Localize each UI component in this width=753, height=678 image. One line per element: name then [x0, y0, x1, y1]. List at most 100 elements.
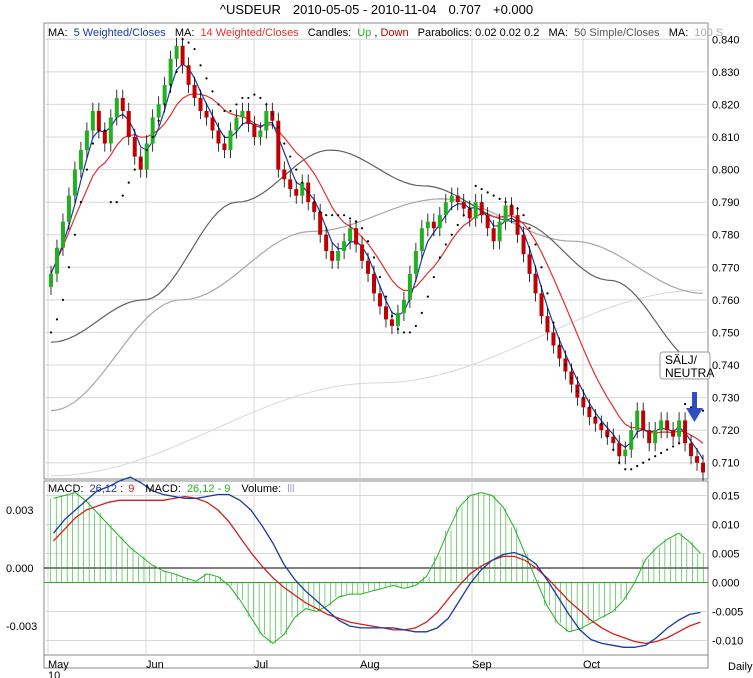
- parabolic-sar-dot: [606, 435, 609, 438]
- legend-parabolics: Parabolics: 0.02 0.02 0.2: [418, 27, 540, 39]
- candle-down: [671, 430, 676, 437]
- parabolic-sar-dot: [390, 315, 394, 318]
- candle-up: [413, 251, 418, 274]
- parabolic-sar-dot: [211, 90, 214, 93]
- macd-left-tick: -0.003: [6, 621, 37, 633]
- parabolic-sar-dot: [127, 181, 130, 184]
- candle-down: [581, 397, 586, 408]
- parabolic-sar-dot: [91, 142, 94, 145]
- parabolic-sar-dot: [456, 223, 459, 227]
- parabolic-sar-dot: [217, 103, 220, 106]
- candle-down: [683, 420, 688, 444]
- parabolic-sar-dot: [253, 93, 256, 96]
- parabolic-sar-dot: [462, 214, 465, 217]
- candle-up: [48, 273, 53, 287]
- candle-down: [216, 130, 221, 144]
- macd-right-tick: -0.005: [712, 607, 743, 619]
- parabolic-sar-dot: [366, 240, 370, 243]
- candle-up: [497, 221, 502, 242]
- parabolic-sar-dot: [528, 227, 531, 230]
- month-label: Jun: [146, 659, 164, 671]
- parabolic-sar-dot: [552, 321, 555, 324]
- parabolic-sar-dot: [247, 96, 250, 100]
- candle-up: [240, 110, 245, 118]
- candle-down: [192, 84, 197, 98]
- parabolic-sar-dot: [660, 451, 663, 455]
- month-label: Aug: [360, 659, 380, 671]
- candle-down: [647, 430, 652, 444]
- parabolic-sar-dot: [546, 292, 549, 295]
- candle-up: [168, 58, 173, 85]
- parabolic-sar-dot: [331, 214, 334, 217]
- price-tick-label: 0.810: [712, 132, 740, 144]
- parabolic-sar-dot: [283, 142, 286, 145]
- parabolic-sar-dot: [396, 328, 400, 331]
- parabolic-sar-dot: [145, 148, 148, 152]
- parabolic-sar-dot: [450, 233, 453, 236]
- candle-down: [102, 130, 107, 144]
- candle-up: [503, 205, 508, 222]
- candle-down: [252, 123, 257, 137]
- parabolic-sar-dot: [683, 402, 687, 406]
- candle-up: [635, 410, 640, 431]
- candle-up: [407, 273, 412, 300]
- candle-down: [455, 195, 460, 203]
- candle-up: [677, 420, 682, 437]
- price-tick-label: 0.760: [712, 295, 740, 307]
- candle-down: [282, 169, 287, 180]
- candle-down: [246, 110, 251, 124]
- macd-right-tick: 0.015: [712, 491, 740, 503]
- legend-ma3: 50 Simple/Closes: [574, 27, 660, 39]
- parabolic-sar-dot: [109, 201, 112, 204]
- candle-down: [545, 316, 550, 333]
- macd-right-tick: 0.010: [712, 520, 740, 532]
- parabolic-sar-dot: [277, 126, 280, 129]
- candle-up: [228, 130, 233, 151]
- candle-up: [425, 221, 430, 229]
- month-label: Sep: [472, 659, 492, 671]
- parabolic-sar-dot: [612, 448, 615, 451]
- parabolic-sar-dot: [654, 455, 657, 458]
- candle-up: [653, 430, 658, 444]
- legend-ma3-prefix: MA:: [548, 27, 568, 39]
- candle-down: [491, 228, 496, 242]
- candle-up: [659, 420, 664, 431]
- parabolic-sar-dot: [265, 103, 268, 106]
- parabolic-sar-dot: [354, 220, 358, 223]
- price-tick-label: 0.720: [712, 425, 740, 437]
- parabolic-sar-dot: [241, 96, 244, 100]
- legend-bottom: MACD: 26,12 : 9 MACD: 26,12 - 9 Volume: …: [48, 483, 295, 495]
- price-tick-label: 0.800: [712, 165, 740, 177]
- legend-macd2-prefix: MACD:: [145, 483, 180, 495]
- parabolic-sar-dot: [492, 194, 495, 197]
- parabolic-sar-dot: [438, 256, 441, 259]
- candle-down: [294, 189, 299, 196]
- candle-down: [377, 293, 382, 307]
- candle-down: [485, 215, 490, 229]
- candle-down: [312, 202, 317, 212]
- parabolic-sar-dot: [558, 344, 561, 347]
- macd-right-tick: 0.000: [712, 578, 740, 590]
- legend-macd2: 26,12 - 9: [187, 483, 230, 495]
- candle-down: [204, 110, 209, 118]
- candle-down: [431, 221, 436, 229]
- parabolic-sar-dot: [701, 409, 705, 412]
- legend-top: MA: 5 Weighted/Closes MA: 14 Weighted/Cl…: [48, 27, 723, 39]
- legend-ma4-prefix: MA:: [669, 27, 689, 39]
- candle-up: [84, 130, 89, 151]
- parabolic-sar-dot: [205, 77, 208, 80]
- parabolic-sar-dot: [384, 295, 388, 298]
- candle-down: [96, 110, 101, 131]
- candle-down: [288, 179, 293, 190]
- parabolic-sar-dot: [402, 331, 406, 334]
- sell-neutral-annotation: SÄLJ/ NEUTRA: [659, 351, 714, 380]
- candle-up: [156, 104, 161, 118]
- parabolic-sar-dot: [372, 256, 376, 259]
- annotation-line2: NEUTRA: [665, 366, 714, 380]
- parabolic-sar-dot: [348, 217, 352, 220]
- parabolic-sar-dot: [360, 227, 364, 230]
- parabolic-sar-dot: [289, 155, 292, 158]
- candle-down: [557, 345, 562, 359]
- legend-ma1: 5 Weighted/Closes: [74, 27, 167, 39]
- candle-down: [330, 251, 335, 261]
